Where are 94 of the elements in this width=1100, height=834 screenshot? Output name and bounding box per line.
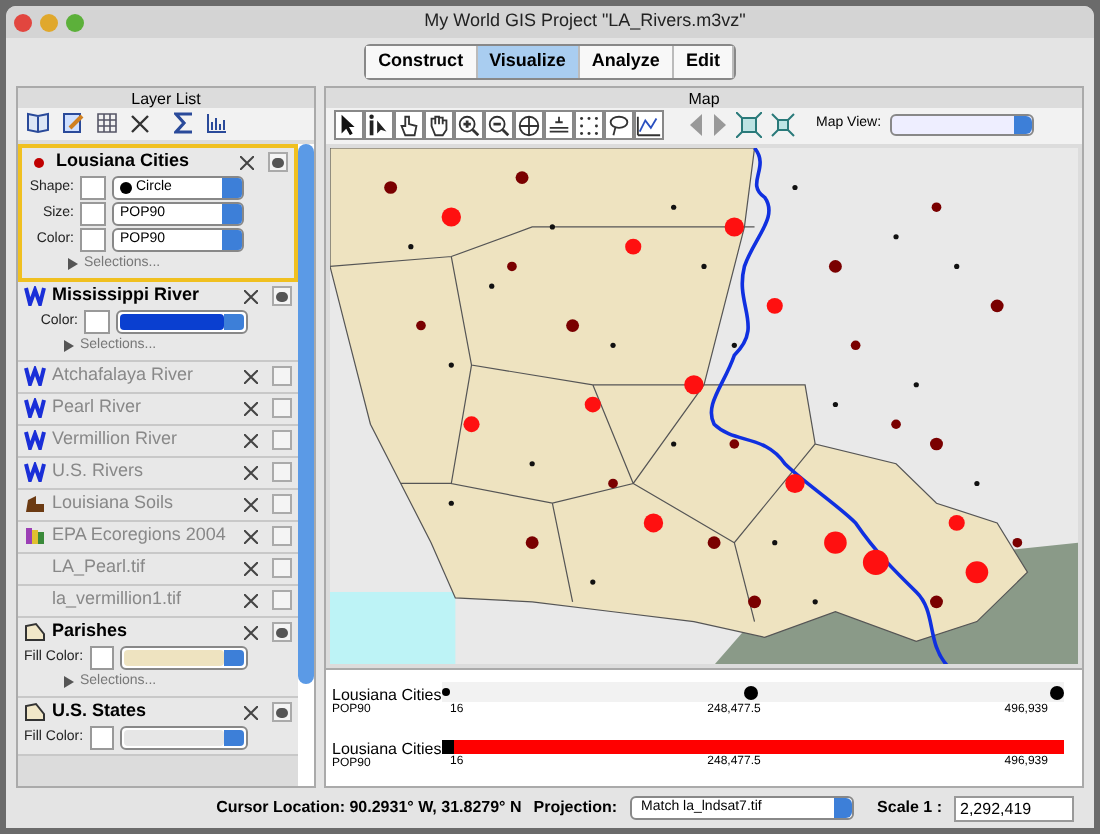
- globe-icon[interactable]: [514, 110, 544, 140]
- hand-icon[interactable]: [424, 110, 454, 140]
- close-icon[interactable]: [242, 560, 258, 576]
- cursor-location: Cursor Location: 90.2931° W, 31.8279° N: [216, 796, 522, 820]
- layer-name: U.S. Rivers: [52, 458, 146, 485]
- zoom-out-icon[interactable]: [484, 110, 514, 140]
- visibility-checkbox[interactable]: [272, 494, 292, 514]
- layers-icon: [24, 526, 46, 546]
- layer-name: la_vermillion1.tif: [52, 586, 184, 613]
- layer-name: Pearl River: [52, 394, 144, 421]
- river-icon: [24, 430, 46, 450]
- river-icon: [24, 462, 46, 482]
- bar-chart-icon[interactable]: [206, 112, 228, 134]
- window-title: My World GIS Project "LA_Rivers.m3vz": [422, 8, 748, 35]
- edit-icon[interactable]: [62, 112, 84, 134]
- table-icon[interactable]: [96, 112, 118, 134]
- close-icon[interactable]: [238, 154, 254, 170]
- back-arrow-icon[interactable]: [688, 114, 704, 136]
- river-icon: [24, 366, 46, 386]
- visibility-checkbox[interactable]: [272, 558, 292, 578]
- map-view-dropdown[interactable]: [889, 114, 1034, 136]
- close-icon[interactable]: [242, 288, 258, 304]
- sigma-icon[interactable]: [174, 112, 194, 134]
- visibility-checkbox[interactable]: [272, 398, 292, 418]
- label-button[interactable]: [89, 646, 115, 670]
- river-icon: [24, 398, 46, 418]
- layer-name: Atchafalaya River: [52, 362, 196, 389]
- close-button[interactable]: [14, 13, 32, 31]
- visibility-checkbox[interactable]: [272, 702, 292, 722]
- disclosure-triangle-icon[interactable]: [64, 676, 74, 688]
- scale-bar-icon[interactable]: [544, 110, 574, 140]
- layer-name: Lousiana Cities: [56, 148, 192, 175]
- legend-layer-name: Lousiana Cities: [332, 687, 442, 703]
- layer-name: Vermillion River: [52, 426, 180, 453]
- scale-field[interactable]: 2,292,419: [954, 795, 1074, 821]
- tab[interactable]: Construct: [366, 46, 478, 77]
- close-icon[interactable]: [242, 464, 258, 480]
- zoom-in-icon[interactable]: [454, 110, 484, 140]
- visibility-checkbox[interactable]: [272, 462, 292, 482]
- tab[interactable]: Analyze: [579, 46, 674, 77]
- profile-chart-icon[interactable]: [634, 110, 664, 140]
- visibility-checkbox[interactable]: [272, 622, 292, 642]
- info-icon[interactable]: [364, 110, 394, 140]
- close-icon[interactable]: [242, 592, 258, 608]
- label-button[interactable]: [84, 310, 110, 334]
- legend-layer-name: Lousiana Cities: [332, 741, 442, 757]
- scrollbar[interactable]: [298, 143, 314, 786]
- visibility-checkbox[interactable]: [272, 430, 292, 450]
- close-icon[interactable]: [242, 400, 258, 416]
- label-button[interactable]: [80, 228, 106, 252]
- panel-title: Map: [686, 87, 722, 107]
- visibility-checkbox[interactable]: [272, 366, 292, 386]
- lasso-icon[interactable]: [604, 110, 634, 140]
- layer-name: Parishes: [52, 618, 130, 645]
- visibility-checkbox[interactable]: [272, 526, 292, 546]
- zoom-selection-icon[interactable]: [770, 112, 796, 138]
- projection-label: Projection:: [533, 796, 618, 820]
- layer-name: EPA Ecoregions 2004: [52, 522, 228, 549]
- tab[interactable]: Visualize: [477, 46, 580, 77]
- close-icon[interactable]: [242, 704, 258, 720]
- book-icon[interactable]: [26, 112, 50, 134]
- close-icon[interactable]: [242, 368, 258, 384]
- soil-icon: [24, 494, 46, 514]
- scale-label: Scale 1 :: [877, 796, 942, 820]
- label-button[interactable]: [89, 726, 115, 750]
- polygon-icon: [24, 622, 46, 642]
- visibility-checkbox[interactable]: [268, 152, 288, 172]
- layer-name: Mississippi River: [52, 282, 202, 309]
- layer-name: LA_Pearl.tif: [52, 554, 148, 581]
- close-icon[interactable]: [242, 496, 258, 512]
- disclosure-triangle-icon[interactable]: [64, 340, 74, 352]
- forward-arrow-icon[interactable]: [712, 114, 728, 136]
- color-dropdown[interactable]: [120, 726, 248, 750]
- color-dropdown[interactable]: [116, 310, 248, 334]
- grid-icon[interactable]: [574, 110, 604, 140]
- visibility-checkbox[interactable]: [272, 590, 292, 610]
- hand-pointer-icon[interactable]: [394, 110, 424, 140]
- pointer-icon[interactable]: [334, 110, 364, 140]
- river-icon: [24, 286, 46, 306]
- close-icon[interactable]: [242, 432, 258, 448]
- layer-name: U.S. States: [52, 698, 149, 725]
- zoom-extent-icon[interactable]: [736, 112, 762, 138]
- tab[interactable]: Edit: [673, 46, 734, 77]
- panel-title: Layer List: [129, 87, 203, 107]
- disclosure-triangle-icon[interactable]: [68, 258, 78, 270]
- close-icon[interactable]: [242, 624, 258, 640]
- close-icon[interactable]: [130, 113, 150, 133]
- label-button[interactable]: [80, 202, 106, 226]
- label-button[interactable]: [80, 176, 106, 200]
- close-icon[interactable]: [242, 528, 258, 544]
- visibility-checkbox[interactable]: [272, 286, 292, 306]
- layer-name: Louisiana Soils: [52, 490, 176, 517]
- color-dropdown[interactable]: [120, 646, 248, 670]
- polygon-icon: [24, 702, 46, 722]
